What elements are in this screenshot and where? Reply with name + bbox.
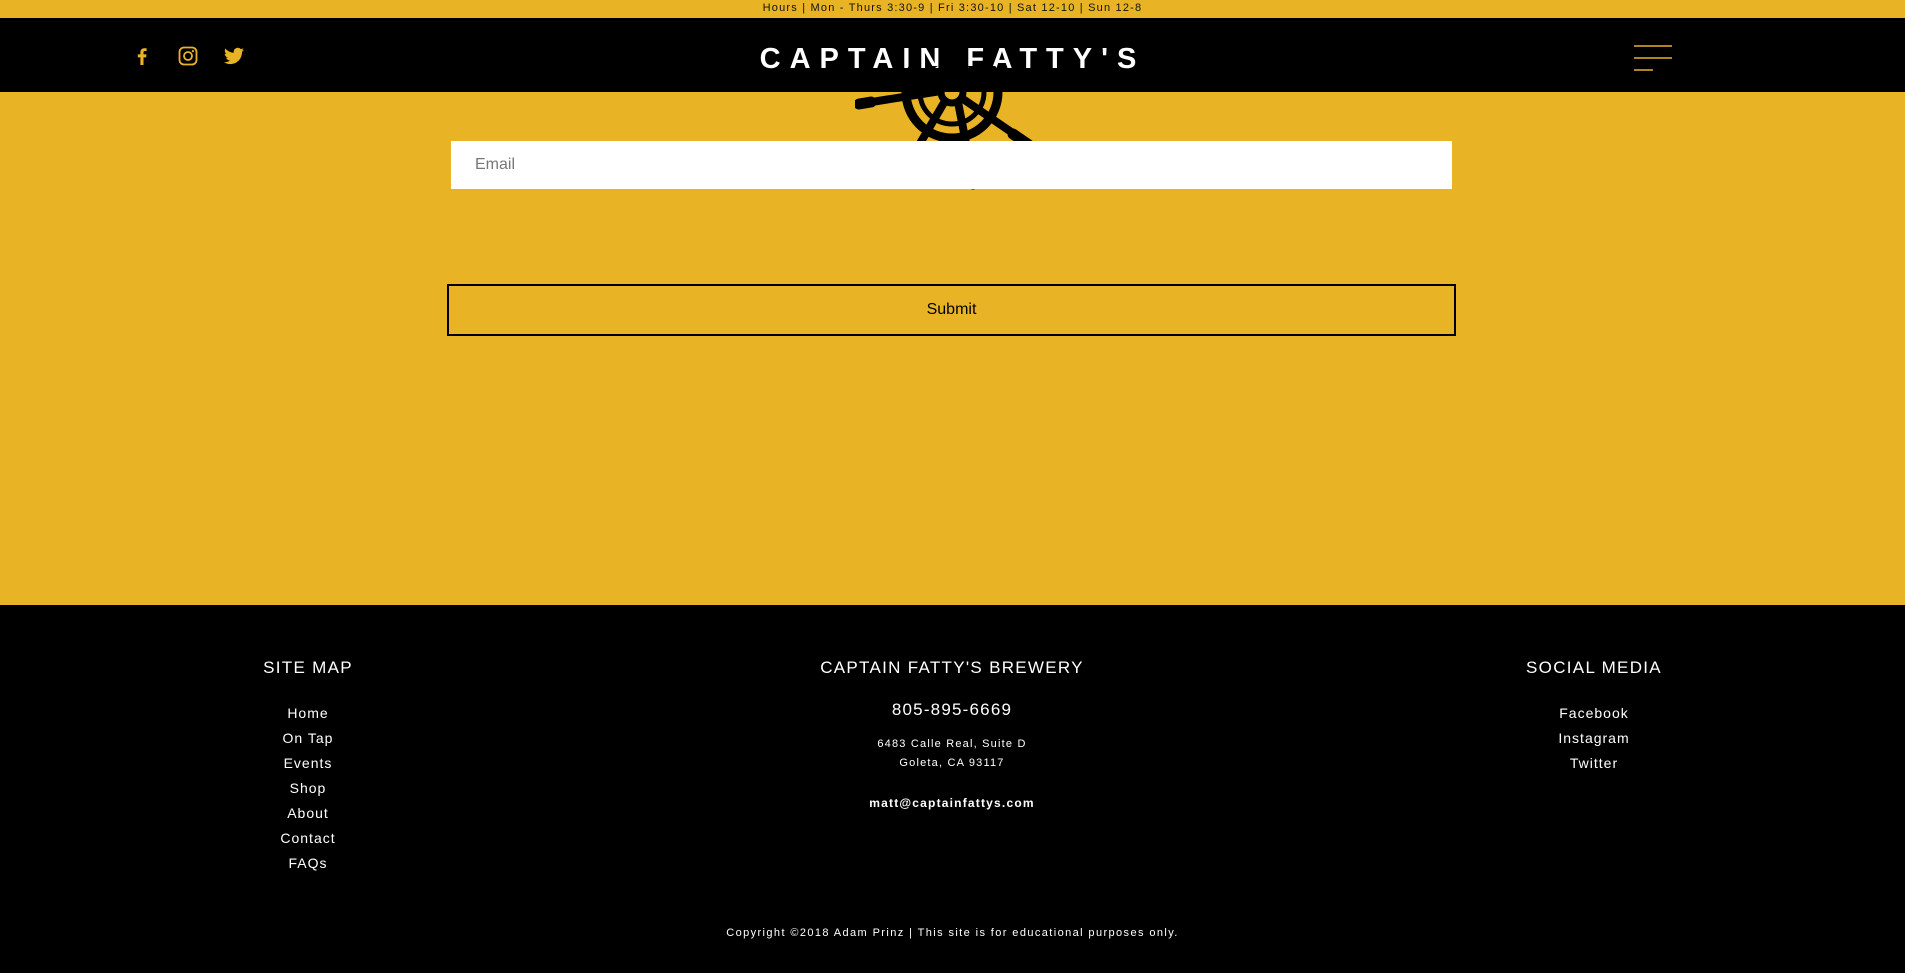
address-line-2: Goleta, CA 93117 (899, 757, 1005, 769)
footer-link-twitter[interactable]: Twitter (1494, 751, 1694, 776)
copyright-text: Copyright ©2018 Adam Prinz | This site i… (726, 927, 1179, 939)
address-line-1: 6483 Calle Real, Suite D (877, 738, 1027, 750)
email-input[interactable] (451, 141, 1452, 189)
footer-link-contact[interactable]: Contact (208, 826, 408, 851)
footer-link-home[interactable]: Home (208, 701, 408, 726)
social-media-links: Facebook Instagram Twitter (1494, 701, 1694, 776)
brewery-address: 6483 Calle Real, Suite D Goleta, CA 9311… (752, 735, 1152, 773)
brewery-title: CAPTAIN FATTY'S BREWERY (820, 658, 1084, 677)
footer-link-about[interactable]: About (208, 801, 408, 826)
brewery-phone[interactable]: 805-895-6669 (752, 699, 1152, 721)
footer-link-faqs[interactable]: FAQs (208, 851, 408, 876)
hamburger-menu-icon[interactable] (1633, 44, 1673, 74)
social-media-title: SOCIAL MEDIA (1526, 658, 1662, 677)
footer-link-events[interactable]: Events (208, 751, 408, 776)
footer-social-media: SOCIAL MEDIA Facebook Instagram Twitter (1494, 657, 1694, 776)
footer-link-on-tap[interactable]: On Tap (208, 726, 408, 751)
submit-button[interactable]: Submit (447, 284, 1456, 336)
site-map-links: Home On Tap Events Shop About Contact FA… (208, 701, 408, 876)
site-map-title: SITE MAP (263, 658, 353, 677)
footer: SITE MAP Home On Tap Events Shop About C… (0, 605, 1905, 973)
brewery-email-link[interactable]: matt@captainfattys.com (752, 796, 1152, 810)
footer-link-shop[interactable]: Shop (208, 776, 408, 801)
hours-bar: Hours | Mon - Thurs 3:30-9 | Fri 3:30-10… (0, 0, 1905, 18)
footer-link-facebook[interactable]: Facebook (1494, 701, 1694, 726)
footer-link-instagram[interactable]: Instagram (1494, 726, 1694, 751)
footer-brewery-info: CAPTAIN FATTY'S BREWERY 805-895-6669 648… (752, 657, 1152, 810)
footer-site-map: SITE MAP Home On Tap Events Shop About C… (208, 657, 408, 876)
